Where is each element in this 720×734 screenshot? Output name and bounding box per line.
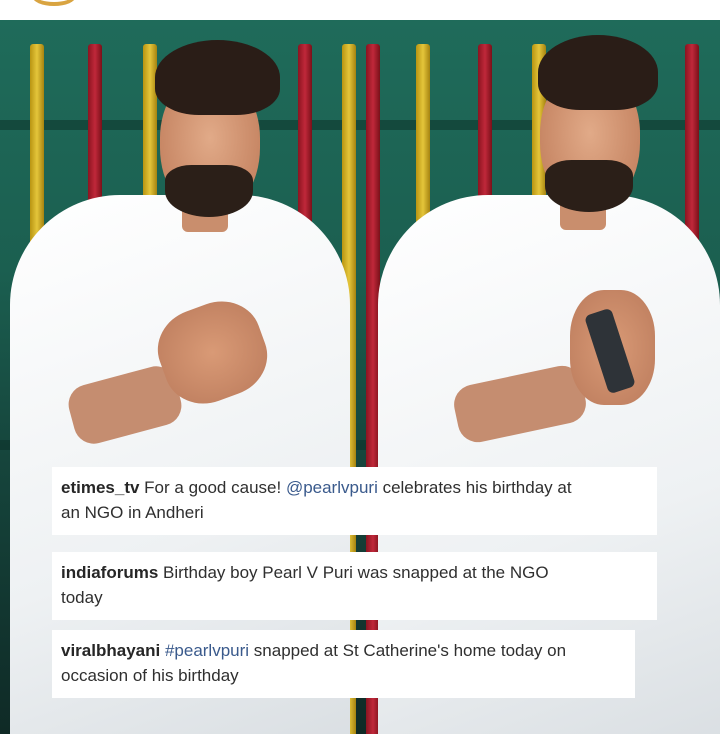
caption-username[interactable]: indiaforums bbox=[61, 563, 158, 582]
caption-card: etimes_tv For a good cause! @pearlvpuri … bbox=[52, 467, 657, 535]
caption-line: occasion of his birthday bbox=[61, 666, 239, 685]
photo-right[interactable] bbox=[360, 20, 720, 734]
photo-collage bbox=[0, 20, 720, 734]
photo-left[interactable] bbox=[0, 20, 360, 734]
caption-line: today bbox=[61, 588, 103, 607]
caption-text: snapped at St Catherine's home today on bbox=[249, 641, 567, 660]
caption-username[interactable]: etimes_tv bbox=[61, 478, 139, 497]
hair bbox=[155, 40, 280, 115]
hashtag-link[interactable]: #pearlvpuri bbox=[165, 641, 249, 660]
caption-text: celebrates his birthday at bbox=[377, 478, 572, 497]
caption-line: indiaforums Birthday boy Pearl V Puri wa… bbox=[61, 560, 645, 585]
mention-link[interactable]: @pearlvpuri bbox=[286, 478, 378, 497]
caption-card: viralbhayani #pearlvpuri snapped at St C… bbox=[52, 630, 635, 698]
top-strip bbox=[0, 0, 720, 20]
app-logo-icon bbox=[32, 0, 76, 6]
caption-card: indiaforums Birthday boy Pearl V Puri wa… bbox=[52, 552, 657, 620]
screenshot: etimes_tv For a good cause! @pearlvpuri … bbox=[0, 0, 720, 734]
caption-line: viralbhayani #pearlvpuri snapped at St C… bbox=[61, 638, 623, 663]
caption-text: Birthday boy Pearl V Puri was snapped at… bbox=[163, 563, 549, 582]
caption-line: etimes_tv For a good cause! @pearlvpuri … bbox=[61, 475, 645, 500]
beard bbox=[545, 160, 633, 212]
caption-line: an NGO in Andheri bbox=[61, 503, 204, 522]
beard bbox=[165, 165, 253, 217]
caption-text: For a good cause! bbox=[144, 478, 286, 497]
caption-username[interactable]: viralbhayani bbox=[61, 641, 160, 660]
hair bbox=[538, 35, 658, 110]
